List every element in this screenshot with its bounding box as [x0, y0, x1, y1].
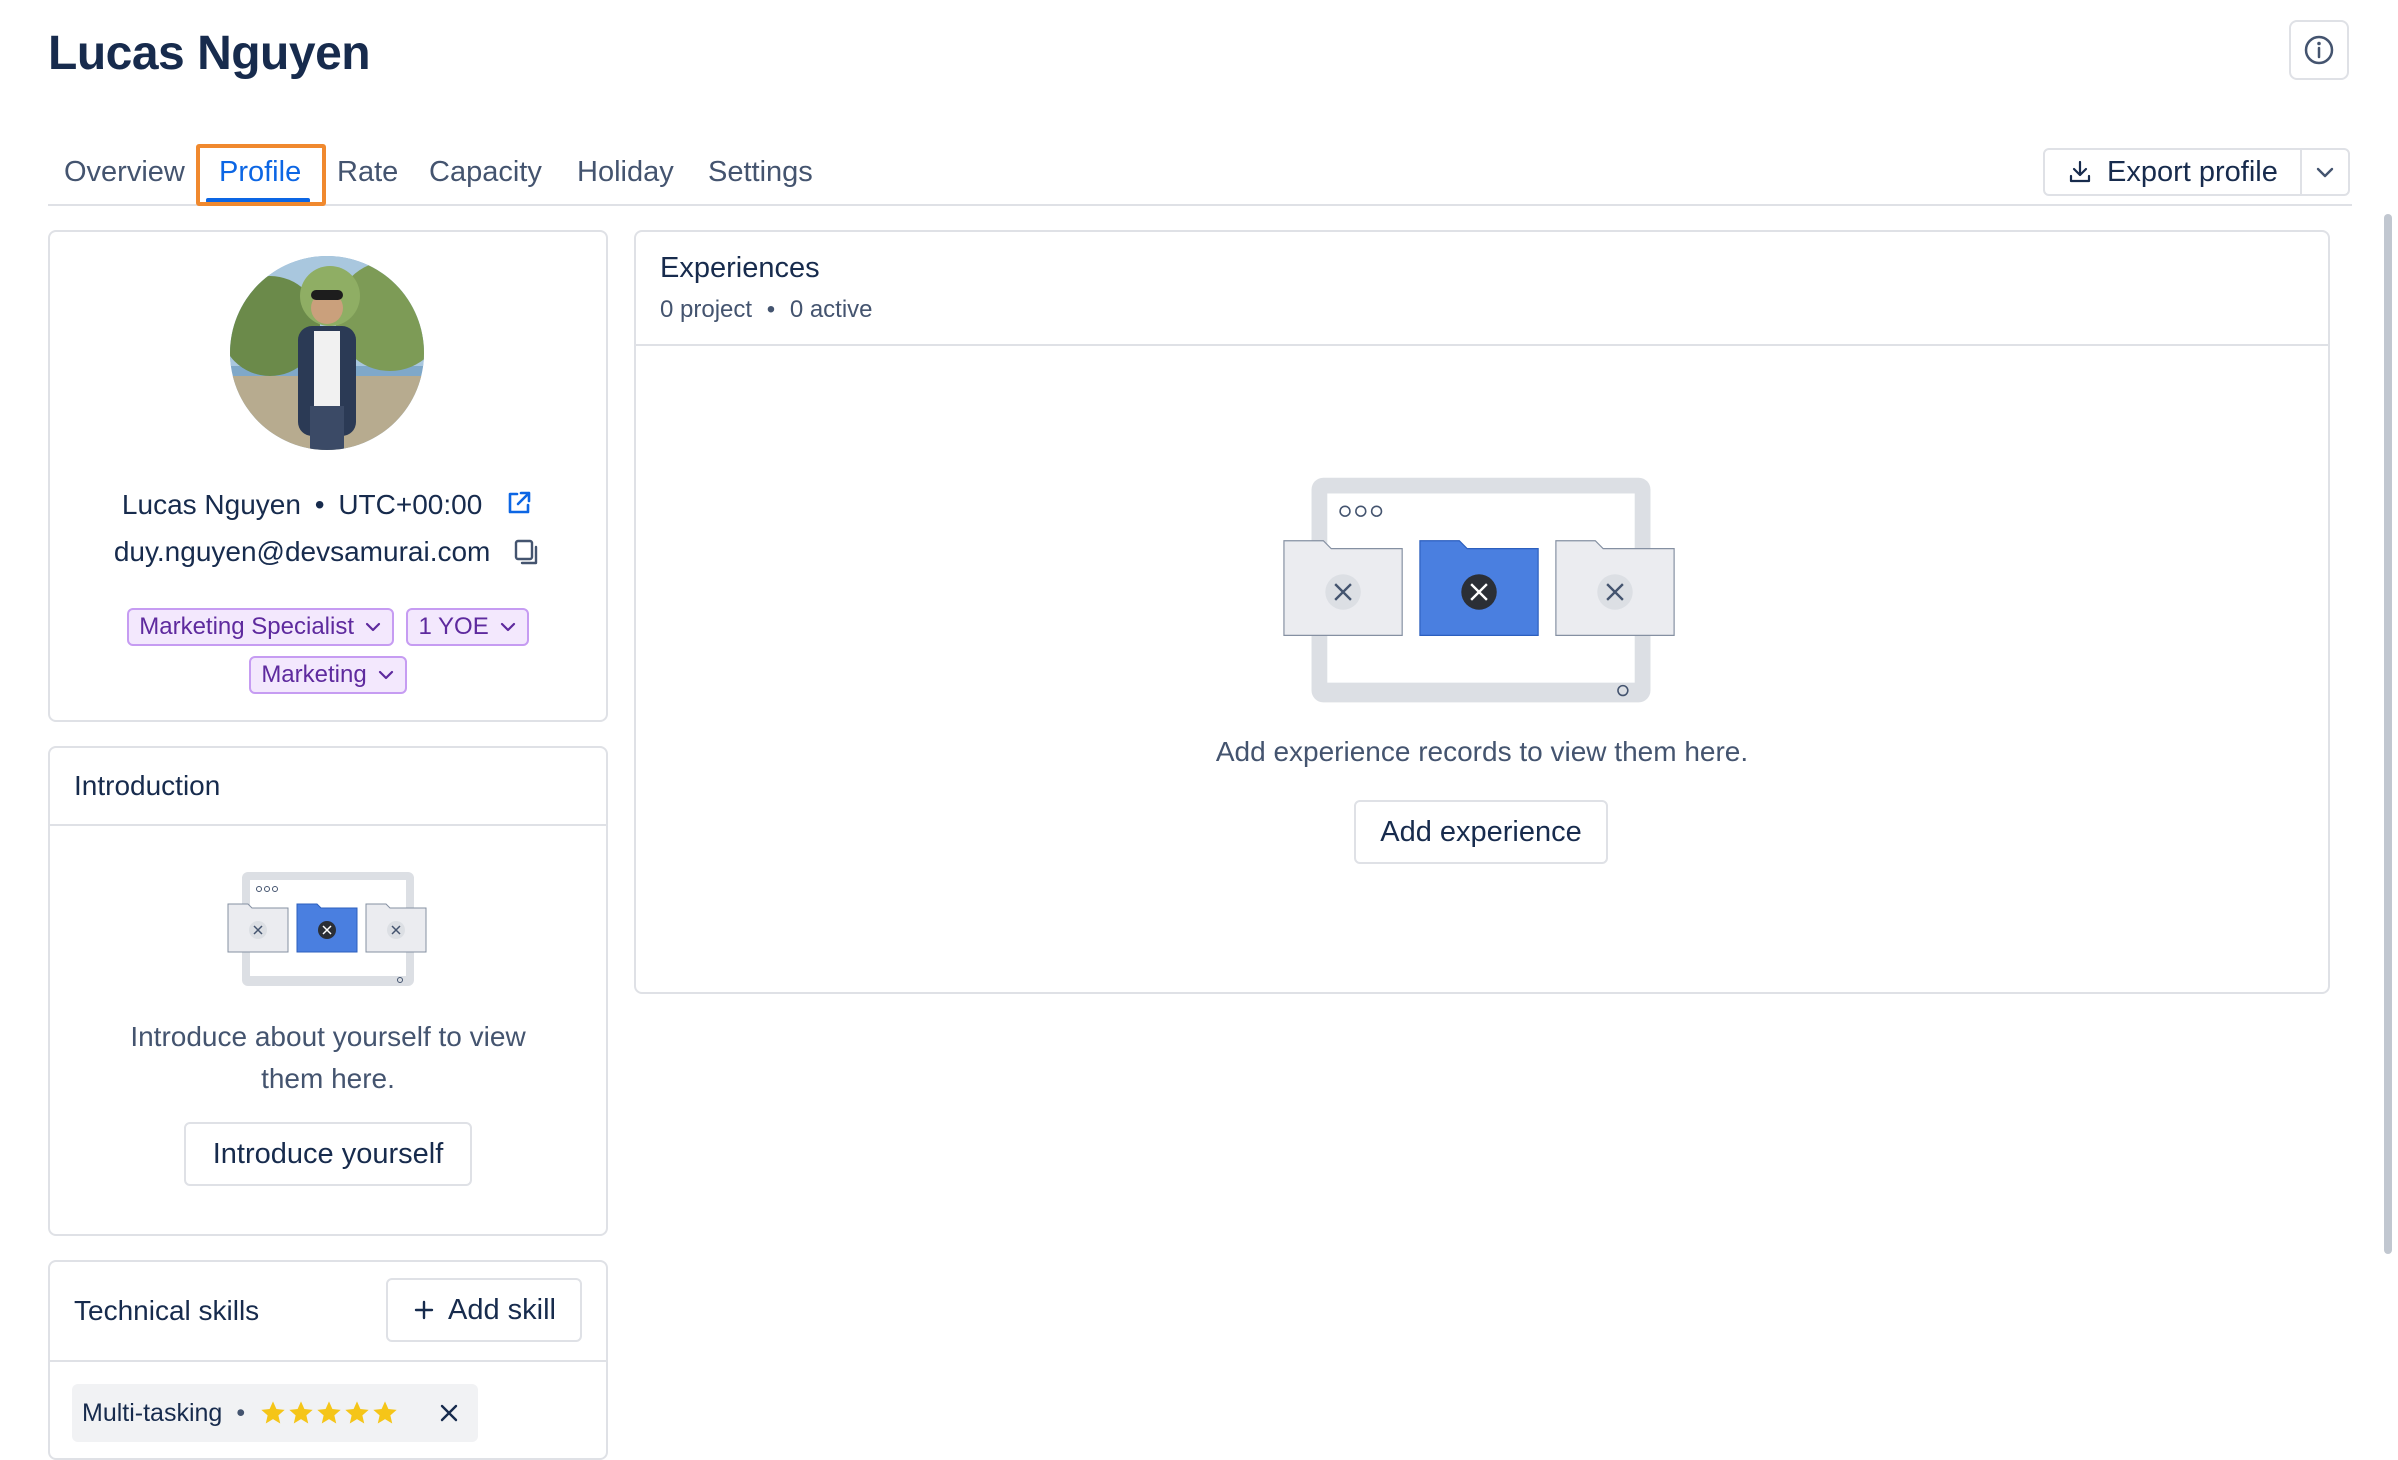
scrollbar[interactable]	[2384, 214, 2392, 1254]
experience-chip-label: 1 YOE	[418, 613, 489, 640]
export-profile-button[interactable]: Export profile	[2045, 150, 2302, 194]
add-skill-label: Add skill	[448, 1293, 556, 1326]
introduction-empty-text: Introduce about yourself to view them he…	[130, 1021, 526, 1094]
chevron-down-icon	[2316, 167, 2334, 178]
chevron-down-icon	[378, 670, 393, 680]
experiences-header: Experiences 0 project • 0 active	[636, 232, 2328, 346]
export-options-dropdown[interactable]	[2302, 150, 2348, 194]
copy-icon[interactable]	[512, 537, 542, 567]
active-count: 0 active	[789, 296, 873, 323]
project-count: 0 project	[660, 296, 753, 323]
star-icon[interactable]	[315, 1399, 343, 1427]
chip-row-2: Marketing	[48, 656, 608, 694]
introduction-title: Introduction	[74, 770, 221, 801]
skill-rating	[259, 1399, 399, 1427]
role-chip[interactable]: Marketing Specialist	[127, 608, 395, 646]
experience-chip[interactable]: 1 YOE	[406, 608, 529, 646]
add-skill-button[interactable]: Add skill	[386, 1278, 582, 1342]
technical-skills-title: Technical skills	[74, 1295, 260, 1326]
export-profile-group: Export profile	[2043, 148, 2350, 196]
chip-row-1: Marketing Specialist 1 YOE	[48, 608, 608, 646]
star-icon[interactable]	[287, 1399, 315, 1427]
info-button[interactable]	[2289, 20, 2349, 80]
info-icon	[2304, 35, 2334, 65]
department-chip-label: Marketing	[261, 661, 367, 688]
separator-dot: •	[314, 489, 325, 520]
star-icon[interactable]	[343, 1399, 371, 1427]
profile-timezone: UTC+00:00	[338, 489, 483, 520]
experiences-title: Experiences	[660, 252, 820, 284]
tab-bar: Overview Profile Rate Capacity Holiday S…	[48, 140, 2352, 206]
external-link-icon[interactable]	[504, 488, 534, 518]
tab-capacity[interactable]: Capacity	[429, 156, 542, 189]
tab-holiday[interactable]: Holiday	[577, 156, 674, 189]
tab-highlight-box	[196, 144, 326, 206]
profile-email-row: duy.nguyen@devsamurai.com	[48, 536, 608, 568]
skill-tag: Multi-tasking •	[72, 1384, 478, 1442]
separator-dot: •	[236, 1398, 246, 1427]
profile-name: Lucas Nguyen	[121, 489, 301, 520]
experiences-summary: 0 project • 0 active	[660, 296, 873, 324]
department-chip[interactable]: Marketing	[249, 656, 407, 694]
export-profile-label: Export profile	[2107, 155, 2278, 188]
tab-settings[interactable]: Settings	[708, 156, 813, 189]
download-icon	[2069, 160, 2091, 183]
avatar	[230, 256, 424, 450]
introduce-yourself-button[interactable]: Introduce yourself	[184, 1122, 472, 1186]
empty-folders-illustration	[1283, 477, 1675, 703]
tab-rate[interactable]: Rate	[337, 156, 398, 189]
experiences-empty-text: Add experience records to view them here…	[1215, 736, 1749, 767]
plus-icon	[414, 1300, 434, 1320]
page-title: Lucas Nguyen	[48, 27, 371, 80]
add-experience-button[interactable]: Add experience	[1354, 800, 1608, 864]
chevron-down-icon	[500, 622, 515, 632]
chevron-down-icon	[365, 622, 381, 632]
introduction-header: Introduction	[50, 748, 606, 826]
empty-folders-illustration	[227, 872, 427, 986]
profile-name-row: Lucas Nguyen • UTC+00:00	[48, 488, 608, 521]
skill-name: Multi-tasking	[82, 1398, 223, 1427]
tab-overview[interactable]: Overview	[64, 156, 185, 189]
role-chip-label: Marketing Specialist	[139, 613, 355, 640]
star-icon[interactable]	[371, 1399, 399, 1427]
star-icon[interactable]	[259, 1399, 287, 1427]
profile-email: duy.nguyen@devsamurai.com	[113, 536, 491, 567]
separator-dot: •	[766, 296, 776, 323]
close-icon[interactable]	[436, 1400, 462, 1426]
